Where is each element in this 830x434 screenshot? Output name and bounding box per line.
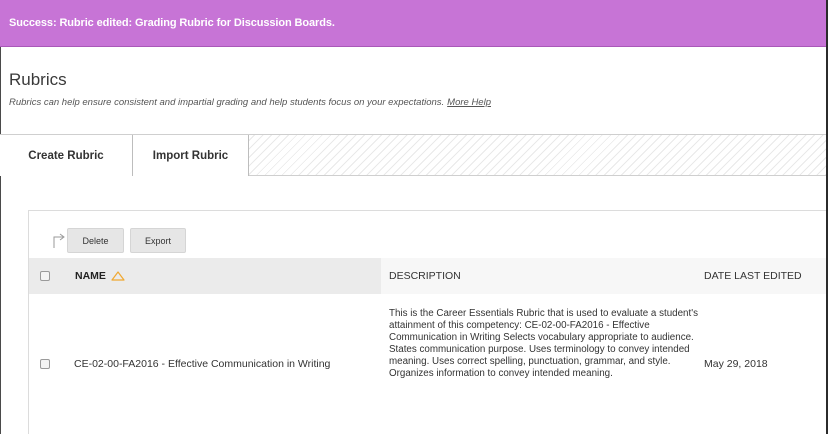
import-rubric-button[interactable]: Import Rubric (133, 135, 249, 176)
name-column-header[interactable]: NAME (75, 270, 106, 282)
success-banner: Success: Rubric edited: Grading Rubric f… (0, 0, 826, 47)
success-message: Success: Rubric edited: Grading Rubric f… (9, 17, 335, 29)
page-title: Rubrics (9, 70, 67, 89)
rubric-name[interactable]: CE-02-00-FA2016 - Effective Communicatio… (74, 358, 330, 370)
action-bar: Create Rubric Import Rubric (0, 134, 826, 176)
page-subtitle-text: Rubrics can help ensure consistent and i… (9, 97, 445, 108)
description-column-header: DESCRIPTION (389, 270, 461, 282)
bulk-arrow-icon (53, 233, 65, 248)
delete-button[interactable]: Delete (67, 228, 124, 253)
more-help-link[interactable]: More Help (447, 97, 491, 108)
export-button[interactable]: Export (130, 228, 186, 253)
date-column-header[interactable]: DATE LAST EDITED (704, 270, 802, 282)
rubric-date: May 29, 2018 (704, 358, 768, 370)
create-rubric-button[interactable]: Create Rubric (0, 135, 133, 176)
row-checkbox[interactable] (40, 359, 50, 369)
page-subtitle: Rubrics can help ensure consistent and i… (9, 97, 491, 108)
rubric-description: This is the Career Essentials Rubric tha… (389, 308, 698, 379)
select-all-checkbox[interactable] (40, 271, 50, 281)
sort-ascending-icon[interactable] (111, 271, 125, 281)
